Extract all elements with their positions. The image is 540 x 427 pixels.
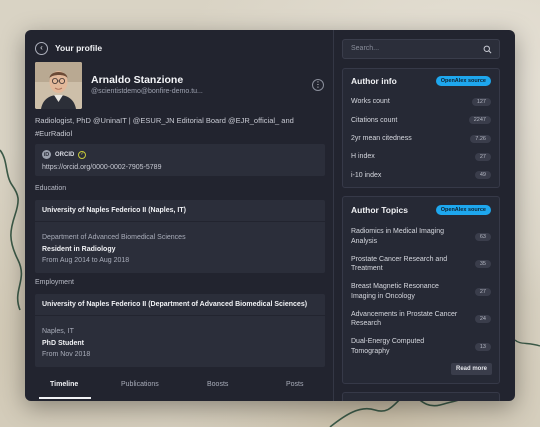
topic-count: 63	[474, 232, 491, 241]
page-title: Your profile	[55, 43, 103, 53]
profile-main-column: ‹ Your profile Arnaldo Stanzione @scient…	[25, 30, 333, 401]
next-panel	[342, 392, 500, 401]
employment-institution: University of Naples Federico II (Depart…	[35, 294, 325, 316]
education-section-label: Education	[35, 185, 67, 192]
stat-label: H index	[351, 153, 375, 161]
orcid-card: iD ORCID ✓ https://orcid.org/0000-0002-7…	[35, 144, 325, 176]
education-institution: University of Naples Federico II (Naples…	[35, 200, 325, 222]
topic-row[interactable]: Radiomics in Medical Imaging Analysis 63	[343, 223, 499, 251]
education-card: University of Naples Federico II (Naples…	[35, 200, 325, 273]
more-vertical-icon[interactable]: ⋮	[312, 79, 324, 91]
stat-count: 2247	[468, 116, 491, 125]
openalex-badge: OpenAlex source	[435, 76, 491, 86]
employment-card: University of Naples Federico II (Depart…	[35, 294, 325, 367]
topic-count: 13	[474, 342, 491, 351]
stat-label: Citations count	[351, 116, 398, 124]
stat-row: Works count 127	[343, 93, 499, 111]
author-topics-title: Author Topics	[351, 205, 408, 215]
tab-publications[interactable]: Publications	[121, 381, 159, 388]
stat-label: Works count	[351, 98, 390, 106]
tab-posts[interactable]: Posts	[286, 381, 304, 388]
topic-row[interactable]: Dual-Energy Computed Tomography 13	[343, 333, 499, 361]
topic-label: Breast Magnetic Resonance Imaging in Onc…	[351, 283, 439, 300]
education-department: Department of Advanced Biomedical Scienc…	[42, 234, 186, 241]
stat-count: 49	[474, 171, 491, 180]
profile-bio: Radiologist, PhD @UninaIT | @ESUR_JN Edi…	[35, 116, 294, 138]
stat-count: 127	[471, 98, 491, 107]
avatar-photo	[35, 62, 82, 109]
tab-timeline[interactable]: Timeline	[50, 381, 78, 388]
stat-count: 7.26	[470, 134, 491, 143]
profile-window: ‹ Your profile Arnaldo Stanzione @scient…	[25, 30, 515, 401]
employment-role: PhD Student	[42, 339, 84, 347]
active-tab-indicator	[39, 397, 91, 399]
education-dates: From Aug 2014 to Aug 2018	[42, 257, 130, 264]
author-info-panel: Author info OpenAlex source Works count …	[342, 68, 500, 188]
openalex-badge: OpenAlex source	[435, 205, 491, 215]
topic-label: Dual-Energy Computed Tomography	[351, 338, 425, 355]
topic-count: 27	[474, 287, 491, 296]
topic-row[interactable]: Breast Magnetic Resonance Imaging in Onc…	[343, 278, 499, 306]
stat-label: i-10 index	[351, 171, 382, 179]
topic-label: Radiomics in Medical Imaging Analysis	[351, 228, 444, 245]
employment-dates: From Nov 2018	[42, 351, 91, 358]
employment-location: Naples, IT	[42, 328, 74, 335]
search-input[interactable]: Search...	[342, 39, 500, 59]
education-role: Resident in Radiology	[42, 245, 116, 253]
profile-name: Arnaldo Stanzione	[91, 74, 184, 86]
topic-count: 35	[474, 260, 491, 269]
topic-count: 24	[474, 315, 491, 324]
read-more-button[interactable]: Read more	[450, 363, 492, 375]
check-circle-icon: ✓	[78, 150, 87, 159]
author-topics-panel: Author Topics OpenAlex source Radiomics …	[342, 196, 500, 384]
stat-row: H index 27	[343, 148, 499, 166]
stat-row: 2yr mean citedness 7.26	[343, 130, 499, 148]
topic-row[interactable]: Prostate Cancer Research and Treatment 3…	[343, 251, 499, 279]
profile-sidebar: Search... Author info OpenAlex source Wo…	[334, 30, 515, 401]
author-info-title: Author info	[351, 76, 397, 86]
topic-label: Advancements in Prostate Cancer Research	[351, 310, 458, 328]
chevron-left-icon[interactable]: ‹	[35, 41, 48, 55]
search-placeholder: Search...	[351, 45, 380, 52]
stat-row: Citations count 2247	[343, 111, 499, 129]
profile-tabs: Timeline Publications Boosts Posts	[25, 375, 333, 401]
orcid-link[interactable]: https://orcid.org/0000-0002-7905-5789	[42, 164, 161, 171]
avatar	[35, 62, 82, 109]
stat-count: 27	[474, 153, 491, 162]
stat-label: 2yr mean citedness	[351, 134, 412, 142]
employment-section-label: Employment	[35, 279, 74, 286]
profile-handle: @scientistdemo@bonfire-demo.tu...	[91, 88, 203, 95]
topic-row[interactable]: Advancements in Prostate Cancer Research…	[343, 306, 499, 334]
orcid-logo-icon: iD	[42, 150, 51, 159]
tab-boosts[interactable]: Boosts	[207, 381, 228, 388]
page-header: ‹ Your profile	[35, 41, 102, 55]
orcid-label: ORCID	[55, 151, 75, 158]
topic-label: Prostate Cancer Research and Treatment	[351, 255, 448, 273]
search-icon[interactable]	[483, 45, 492, 54]
stat-row: i-10 index 49	[343, 166, 499, 184]
